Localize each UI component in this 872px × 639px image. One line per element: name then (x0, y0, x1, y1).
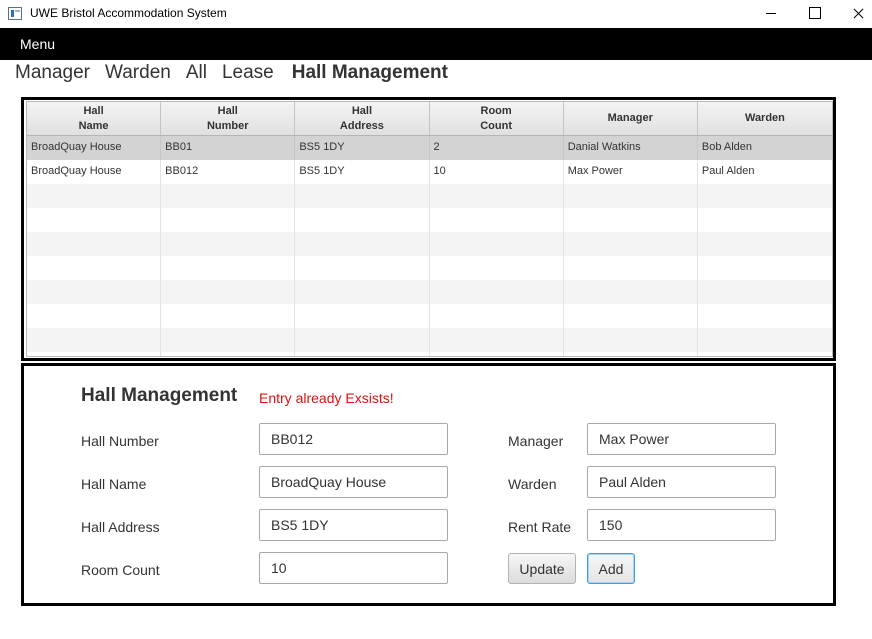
empty-table-row (27, 352, 832, 356)
hall-number-field[interactable] (259, 423, 448, 455)
table-cell: BroadQuay House (27, 136, 162, 160)
room-count-label: Room Count (81, 562, 160, 578)
update-button[interactable]: Update (508, 553, 576, 584)
maximize-icon[interactable] (792, 0, 838, 28)
warden-label: Warden (508, 476, 557, 492)
nav-link-lease[interactable]: Lease (222, 62, 274, 84)
table-cell: Danial Watkins (564, 136, 698, 160)
hall-address-field[interactable] (259, 509, 448, 541)
empty-table-row (27, 328, 832, 352)
add-button[interactable]: Add (587, 553, 635, 584)
nav-bar: Manager Warden All Lease Hall Management (15, 62, 463, 86)
table-cell: BroadQuay House (27, 160, 162, 184)
empty-table-row (27, 232, 832, 256)
column-header-hall-number[interactable]: Hall Number (161, 102, 296, 135)
table-cell: Bob Alden (701, 141, 753, 153)
empty-table-row (27, 280, 832, 304)
hall-number-label: Hall Number (81, 433, 159, 449)
empty-table-row (27, 208, 832, 232)
manager-label: Manager (508, 433, 564, 449)
table-row[interactable]: BroadQuay House BB012 BS5 1DY 10 Max Pow… (27, 160, 832, 184)
menu-button[interactable]: Menu (20, 36, 55, 52)
nav-link-manager[interactable]: Manager (15, 62, 90, 84)
error-message: Entry already Exsists! (259, 390, 394, 406)
empty-table-row (27, 256, 832, 280)
empty-table-row (27, 184, 832, 208)
nav-link-hall-management[interactable]: Hall Management (292, 62, 448, 84)
minimize-icon[interactable] (748, 0, 794, 28)
column-header-hall-name[interactable]: Hall Name (27, 102, 162, 135)
column-header-room-count[interactable]: Room Count (430, 102, 564, 135)
empty-table-row (27, 304, 832, 328)
rent-rate-label: Rent Rate (508, 519, 572, 535)
form-title: Hall Management (81, 385, 238, 406)
table-cell: 10 (430, 160, 564, 184)
nav-link-all[interactable]: All (186, 62, 207, 84)
hall-management-form: Hall Management Entry already Exsists! H… (21, 363, 836, 606)
column-header-manager[interactable]: Manager (564, 102, 698, 135)
app-window-icon (8, 7, 22, 20)
warden-field[interactable] (587, 466, 776, 498)
table-cell: Paul Alden (701, 165, 755, 177)
table-header: Hall Name Hall Number Hall Address Room … (27, 102, 832, 136)
table-row[interactable]: BroadQuay House BB01 BS5 1DY 2 Danial Wa… (27, 136, 832, 160)
hall-name-label: Hall Name (81, 476, 147, 492)
nav-link-warden[interactable]: Warden (105, 62, 171, 84)
close-icon[interactable] (836, 0, 872, 28)
window-title: UWE Bristol Accommodation System (30, 6, 227, 20)
rent-rate-field[interactable] (587, 509, 776, 541)
window-title-bar: UWE Bristol Accommodation System (0, 0, 872, 28)
column-header-warden[interactable]: Warden (698, 102, 832, 135)
menu-bar: Menu (0, 28, 872, 60)
halls-table-panel: Hall Name Hall Number Hall Address Room … (21, 97, 836, 361)
table-cell: 2 (430, 136, 564, 160)
column-header-hall-address[interactable]: Hall Address (295, 102, 430, 135)
table-cell: BS5 1DY (295, 160, 430, 184)
halls-table[interactable]: Hall Name Hall Number Hall Address Room … (26, 101, 833, 357)
hall-address-label: Hall Address (81, 519, 160, 535)
hall-name-field[interactable] (259, 466, 448, 498)
table-cell: BB01 (161, 136, 296, 160)
table-cell: BB012 (161, 160, 296, 184)
table-cell: BS5 1DY (295, 136, 430, 160)
table-cell: Max Power (564, 160, 698, 184)
room-count-field[interactable] (259, 552, 448, 584)
manager-field[interactable] (587, 423, 776, 455)
